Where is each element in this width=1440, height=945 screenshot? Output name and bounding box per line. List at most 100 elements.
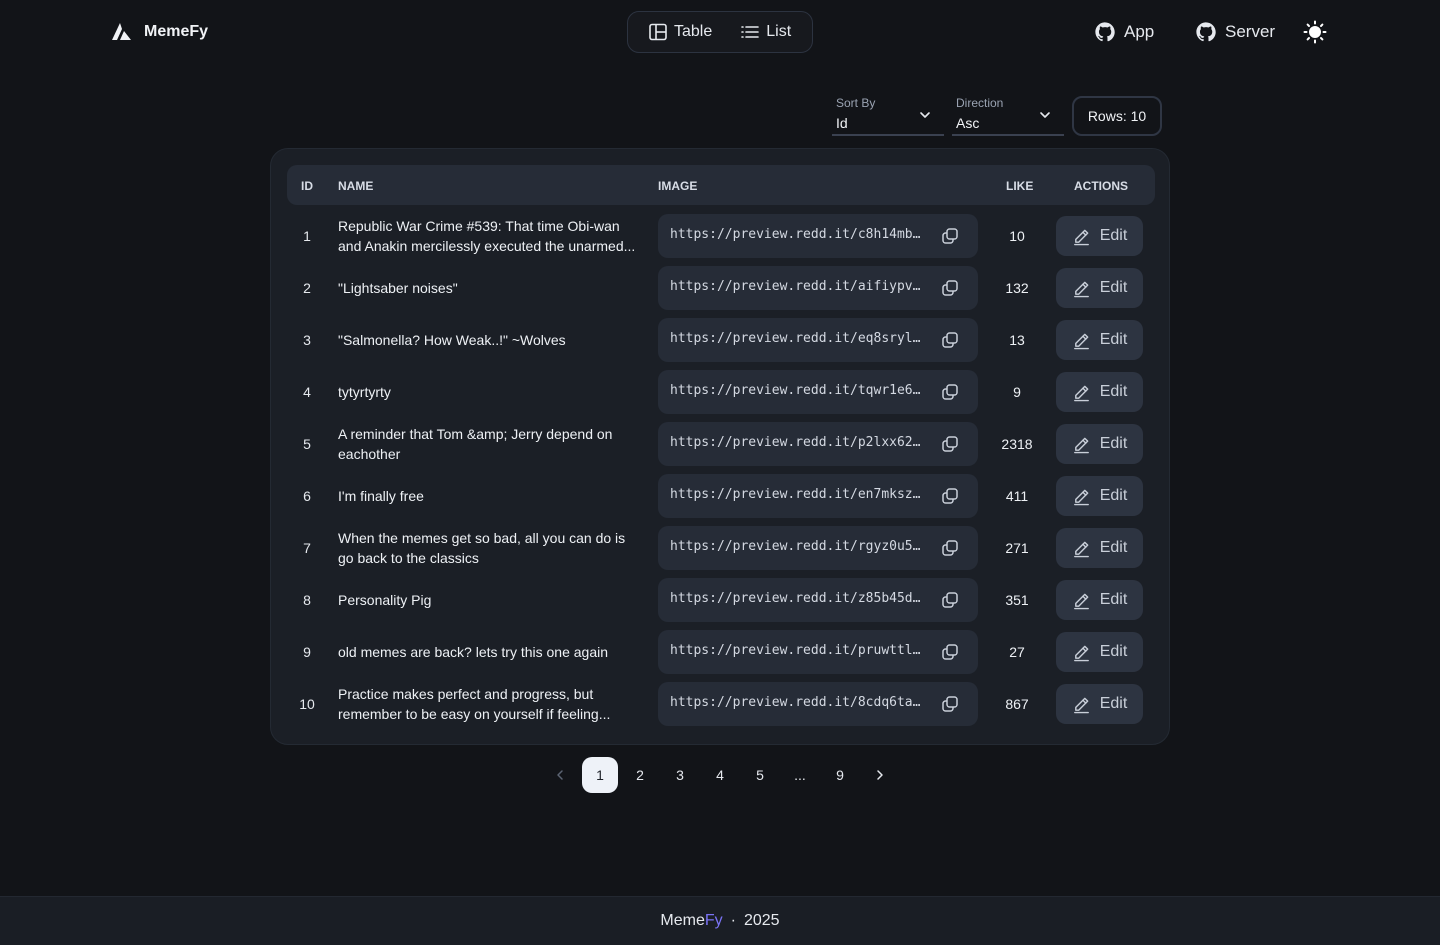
row-like-count: 351	[1005, 592, 1029, 608]
row-id: 6	[303, 488, 311, 504]
copy-icon[interactable]	[940, 642, 960, 662]
direction-select[interactable]: Direction Asc	[952, 92, 1064, 136]
copy-icon[interactable]	[940, 486, 960, 506]
list-view-label: List	[766, 23, 792, 40]
image-url-field[interactable]: https://preview.redd.it/pruwttlu...	[658, 630, 978, 674]
copy-icon[interactable]	[940, 226, 960, 246]
image-url-text: https://preview.redd.it/eq8sryljq...	[670, 331, 928, 346]
table-row: 10 Practice makes perfect and progress, …	[287, 678, 1155, 730]
row-id: 9	[303, 644, 311, 660]
brand-name: MemeFy	[144, 23, 209, 40]
table-view-label: Table	[674, 23, 713, 40]
copy-icon[interactable]	[940, 694, 960, 714]
rows-per-page-button[interactable]: Rows: 10	[1072, 96, 1162, 136]
app-github-link[interactable]: App	[1094, 20, 1154, 44]
copy-icon[interactable]	[940, 590, 960, 610]
pencil-icon	[1073, 385, 1089, 401]
image-url-field[interactable]: https://preview.redd.it/8cdq6tas...	[658, 682, 978, 726]
pencil-icon	[1073, 229, 1089, 245]
row-name: When the memes get so bad, all you can d…	[338, 522, 638, 574]
edit-label: Edit	[1099, 279, 1128, 296]
page-button[interactable]: 2	[622, 757, 658, 793]
row-id: 3	[303, 332, 311, 348]
edit-button[interactable]: Edit	[1056, 632, 1143, 672]
header-name: NAME	[338, 179, 374, 193]
sort-by-select[interactable]: Sort By Id	[832, 92, 944, 136]
footer-separator: ·	[730, 912, 736, 929]
row-name: Practice makes perfect and progress, but…	[338, 678, 638, 730]
server-github-link[interactable]: Server	[1195, 20, 1275, 44]
table-view-button[interactable]: Table	[636, 16, 724, 48]
pencil-icon	[1073, 333, 1089, 349]
edit-button[interactable]: Edit	[1056, 684, 1143, 724]
edit-button[interactable]: Edit	[1056, 372, 1143, 412]
pencil-icon	[1073, 489, 1089, 505]
image-url-text: https://preview.redd.it/pruwttlu...	[670, 643, 928, 658]
copy-icon[interactable]	[940, 538, 960, 558]
image-url-text: https://preview.redd.it/tqwr1e63...	[670, 383, 928, 398]
pencil-icon	[1073, 281, 1089, 297]
page-button[interactable]: 3	[662, 757, 698, 793]
image-url-field[interactable]: https://preview.redd.it/z85b45di...	[658, 578, 978, 622]
list-view-button[interactable]: List	[728, 16, 803, 48]
direction-value: Asc	[956, 115, 980, 131]
image-url-field[interactable]: https://preview.redd.it/rgyz0u5j...	[658, 526, 978, 570]
github-icon	[1196, 22, 1216, 42]
copy-icon[interactable]	[940, 382, 960, 402]
row-name: tytyrtyrty	[338, 366, 638, 418]
image-url-field[interactable]: https://preview.redd.it/p2lxx62d...	[658, 422, 978, 466]
image-url-text: https://preview.redd.it/8cdq6tas...	[670, 695, 928, 710]
row-name: Personality Pig	[338, 574, 638, 626]
footer-brand-prefix: Meme	[660, 912, 705, 929]
header-like: LIKE	[1006, 179, 1034, 193]
chevron-down-icon	[1040, 112, 1050, 118]
copy-icon[interactable]	[940, 278, 960, 298]
page-button[interactable]: 1	[582, 757, 618, 793]
github-icon	[1095, 22, 1115, 42]
footer-brand-suffix: Fy	[704, 912, 723, 929]
page-button[interactable]: 9	[822, 757, 858, 793]
row-name: "Lightsaber noises"	[338, 262, 638, 314]
row-like-count: 27	[1009, 644, 1025, 660]
chevron-left-icon	[557, 770, 563, 780]
row-name-text: When the memes get so bad, all you can d…	[338, 530, 626, 566]
image-url-field[interactable]: https://preview.redd.it/eq8sryljq...	[658, 318, 978, 362]
row-name: Republic War Crime #539: That time Obi-w…	[338, 210, 638, 262]
row-name-text: old memes are back? lets try this one ag…	[338, 644, 609, 660]
page-button[interactable]: 4	[702, 757, 738, 793]
table-row: 1 Republic War Crime #539: That time Obi…	[287, 210, 1155, 262]
edit-button[interactable]: Edit	[1056, 424, 1143, 464]
edit-button[interactable]: Edit	[1056, 268, 1143, 308]
image-url-field[interactable]: https://preview.redd.it/tqwr1e63...	[658, 370, 978, 414]
row-name: "Salmonella? How Weak..!" ~Wolves	[338, 314, 638, 366]
edit-label: Edit	[1099, 643, 1128, 660]
edit-button[interactable]: Edit	[1056, 580, 1143, 620]
pencil-icon	[1073, 645, 1089, 661]
table-row: 7 When the memes get so bad, all you can…	[287, 522, 1155, 574]
prev-page-button[interactable]	[542, 757, 578, 793]
image-url-field[interactable]: https://preview.redd.it/aifiypvf...	[658, 266, 978, 310]
footer: Meme Fy · 2025	[0, 896, 1440, 945]
row-id: 4	[303, 384, 311, 400]
copy-icon[interactable]	[940, 330, 960, 350]
image-url-field[interactable]: https://preview.redd.it/en7mkszg...	[658, 474, 978, 518]
brand[interactable]: MemeFy	[110, 20, 208, 44]
copy-icon[interactable]	[940, 434, 960, 454]
next-page-button[interactable]	[862, 757, 898, 793]
edit-button[interactable]: Edit	[1056, 216, 1143, 256]
image-url-text: https://preview.redd.it/z85b45di...	[670, 591, 928, 606]
edit-label: Edit	[1099, 331, 1128, 348]
page-button[interactable]: 5	[742, 757, 778, 793]
row-name-text: tytyrtyrty	[338, 384, 391, 400]
edit-button[interactable]: Edit	[1056, 320, 1143, 360]
theme-toggle-button[interactable]	[1303, 20, 1327, 44]
edit-button[interactable]: Edit	[1056, 476, 1143, 516]
image-url-text: https://preview.redd.it/rgyz0u5j...	[670, 539, 928, 554]
row-id: 2	[303, 280, 311, 296]
pencil-icon	[1073, 593, 1089, 609]
table-header: ID NAME IMAGE LIKE ACTIONS	[287, 165, 1155, 205]
edit-button[interactable]: Edit	[1056, 528, 1143, 568]
image-url-field[interactable]: https://preview.redd.it/c8h14mb4...	[658, 214, 978, 258]
sun-icon	[1303, 20, 1327, 44]
table-row: 6 I'm finally free https://preview.redd.…	[287, 470, 1155, 522]
